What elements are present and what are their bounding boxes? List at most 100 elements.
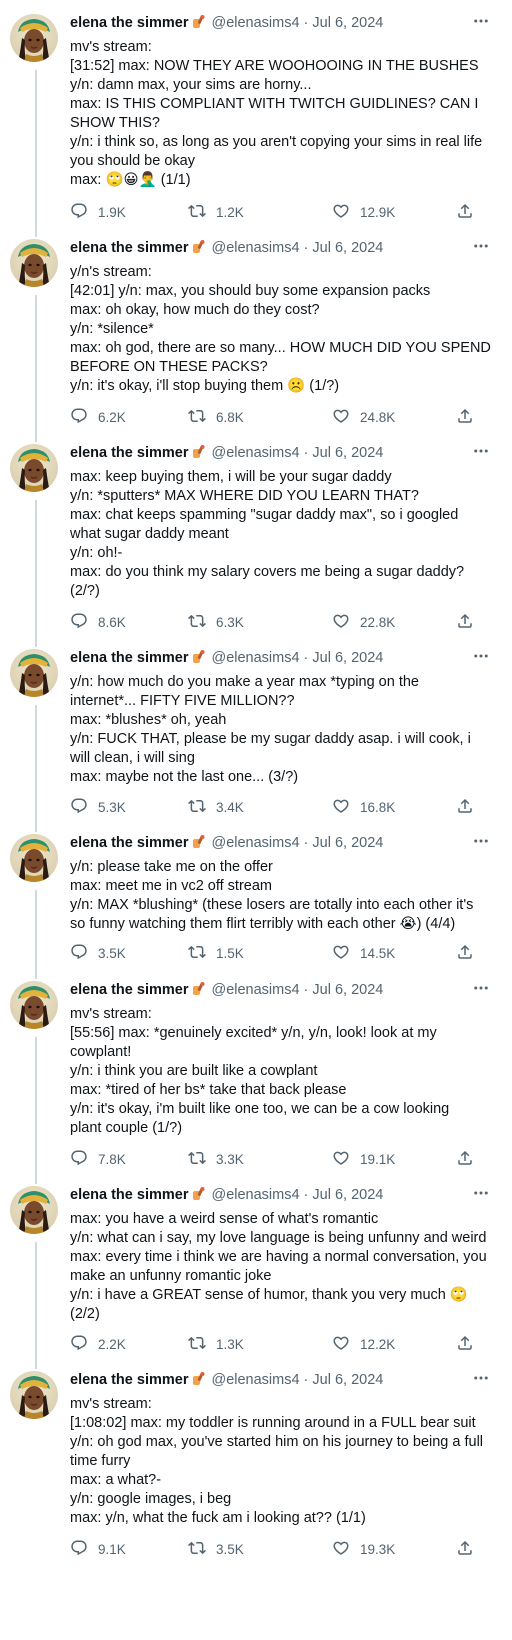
author-name[interactable]: elena the simmer <box>70 1187 188 1203</box>
retweet-button[interactable]: 3.4K <box>188 796 244 818</box>
tweet-date[interactable]: Jul 6, 2024 <box>312 982 383 998</box>
retweets-count: 3.3K <box>216 1151 244 1167</box>
more-icon[interactable] <box>472 440 496 462</box>
reply-button[interactable]: 3.5K <box>70 942 126 964</box>
separator-dot: · <box>303 835 309 851</box>
paintbrush-badge-icon <box>191 1371 207 1387</box>
tweet[interactable]: elena the simmer @elenasims4 · Jul 6, 2024 y… <box>0 225 512 442</box>
more-icon[interactable] <box>472 830 496 852</box>
tweet-date[interactable]: Jul 6, 2024 <box>312 240 383 256</box>
share-button[interactable] <box>456 942 484 964</box>
reply-button[interactable]: 6.2K <box>70 406 126 428</box>
tweet[interactable]: elena the simmer @elenasims4 · Jul 6, 2024 m… <box>0 430 512 647</box>
tweet-date[interactable]: Jul 6, 2024 <box>312 1187 383 1203</box>
reply-button[interactable]: 2.2K <box>70 1333 126 1355</box>
tweet-text-line: max: IS THIS COMPLIANT WITH TWITCH GUIDL… <box>70 96 479 112</box>
reply-button[interactable]: 1.9K <box>70 201 126 223</box>
share-icon <box>456 407 484 428</box>
tweet-text-line: max: do you think my salary covers me be… <box>70 564 465 580</box>
tweet-actions: 3.5K 1.5K 14.5K <box>70 942 502 964</box>
heart-icon <box>332 943 360 964</box>
retweet-button[interactable]: 1.3K <box>188 1333 244 1355</box>
share-button[interactable] <box>456 201 484 223</box>
tweet-date[interactable]: Jul 6, 2024 <box>312 15 383 31</box>
reply-icon <box>70 1334 98 1355</box>
more-icon[interactable] <box>472 1182 496 1204</box>
retweet-button[interactable]: 1.5K <box>188 942 244 964</box>
retweet-button[interactable]: 6.3K <box>188 611 244 633</box>
like-button[interactable]: 22.8K <box>332 611 395 633</box>
like-button[interactable]: 12.2K <box>332 1333 395 1355</box>
tweet-text-line: what sugar daddy meant <box>70 526 229 542</box>
retweet-button[interactable]: 3.5K <box>188 1538 244 1560</box>
avatar[interactable] <box>10 14 58 62</box>
author-name[interactable]: elena the simmer <box>70 1372 188 1388</box>
avatar[interactable] <box>10 1371 58 1419</box>
likes-count: 22.8K <box>360 614 396 630</box>
retweet-button[interactable]: 6.8K <box>188 406 244 428</box>
separator-dot: · <box>303 15 309 31</box>
like-button[interactable]: 19.1K <box>332 1148 395 1170</box>
tweet-actions: 6.2K 6.8K 24.8K <box>70 406 502 428</box>
author-name[interactable]: elena the simmer <box>70 835 188 851</box>
tweet[interactable]: elena the simmer @elenasims4 · Jul 6, 2024 m… <box>0 0 512 237</box>
retweets-count: 3.5K <box>216 1541 244 1557</box>
author-handle[interactable]: @elenasims4 <box>211 15 299 31</box>
retweet-button[interactable]: 3.3K <box>188 1148 244 1170</box>
tweet[interactable]: elena the simmer @elenasims4 · Jul 6, 2024 y… <box>0 820 512 979</box>
author-handle[interactable]: @elenasims4 <box>211 982 299 998</box>
tweet-text-line: y/n: it's okay, i'm built like one too, … <box>70 1101 450 1117</box>
retweets-count: 1.5K <box>216 945 244 961</box>
reply-button[interactable]: 7.8K <box>70 1148 126 1170</box>
avatar[interactable] <box>10 981 58 1029</box>
like-button[interactable]: 19.3K <box>332 1538 395 1560</box>
more-icon[interactable] <box>472 10 496 32</box>
share-button[interactable] <box>456 1333 484 1355</box>
like-button[interactable]: 16.8K <box>332 796 395 818</box>
tweet-date[interactable]: Jul 6, 2024 <box>312 650 383 666</box>
avatar[interactable] <box>10 649 58 697</box>
author-handle[interactable]: @elenasims4 <box>211 445 299 461</box>
avatar[interactable] <box>10 444 58 492</box>
author-handle[interactable]: @elenasims4 <box>211 835 299 851</box>
share-button[interactable] <box>456 1538 484 1560</box>
author-handle[interactable]: @elenasims4 <box>211 1187 299 1203</box>
author-name[interactable]: elena the simmer <box>70 445 188 461</box>
tweet-date[interactable]: Jul 6, 2024 <box>312 1372 383 1388</box>
more-icon[interactable] <box>472 1367 496 1389</box>
share-button[interactable] <box>456 611 484 633</box>
author-name[interactable]: elena the simmer <box>70 982 188 998</box>
more-icon[interactable] <box>472 645 496 667</box>
tweet[interactable]: elena the simmer @elenasims4 · Jul 6, 2024 m… <box>0 1357 512 1640</box>
reply-button[interactable]: 5.3K <box>70 796 126 818</box>
avatar[interactable] <box>10 834 58 882</box>
share-button[interactable] <box>456 406 484 428</box>
tweet[interactable]: elena the simmer @elenasims4 · Jul 6, 2024 m… <box>0 967 512 1184</box>
tweet[interactable]: elena the simmer @elenasims4 · Jul 6, 2024 m… <box>0 1172 512 1369</box>
tweet-text-line: [55:56] max: *genuinely excited* y/n, y/… <box>70 1025 437 1041</box>
author-name[interactable]: elena the simmer <box>70 15 188 31</box>
share-button[interactable] <box>456 796 484 818</box>
author-name[interactable]: elena the simmer <box>70 650 188 666</box>
like-button[interactable]: 24.8K <box>332 406 395 428</box>
avatar[interactable] <box>10 1186 58 1234</box>
avatar[interactable] <box>10 239 58 287</box>
author-handle[interactable]: @elenasims4 <box>211 240 299 256</box>
tweet-date[interactable]: Jul 6, 2024 <box>312 835 383 851</box>
share-button[interactable] <box>456 1148 484 1170</box>
reply-button[interactable]: 9.1K <box>70 1538 126 1560</box>
retweet-button[interactable]: 1.2K <box>188 201 244 223</box>
tweet[interactable]: elena the simmer @elenasims4 · Jul 6, 2024 y… <box>0 635 512 832</box>
like-button[interactable]: 14.5K <box>332 942 395 964</box>
author-handle[interactable]: @elenasims4 <box>211 1372 299 1388</box>
replies-count: 5.3K <box>98 799 126 815</box>
more-icon[interactable] <box>472 977 496 999</box>
author-name[interactable]: elena the simmer <box>70 240 188 256</box>
author-handle[interactable]: @elenasims4 <box>211 650 299 666</box>
more-icon[interactable] <box>472 235 496 257</box>
paintbrush-badge-icon <box>191 649 207 665</box>
like-button[interactable]: 12.9K <box>332 201 395 223</box>
reply-button[interactable]: 8.6K <box>70 611 126 633</box>
tweet-date[interactable]: Jul 6, 2024 <box>312 445 383 461</box>
tweet-text-line: max: meet me in vc2 off stream <box>70 878 272 894</box>
